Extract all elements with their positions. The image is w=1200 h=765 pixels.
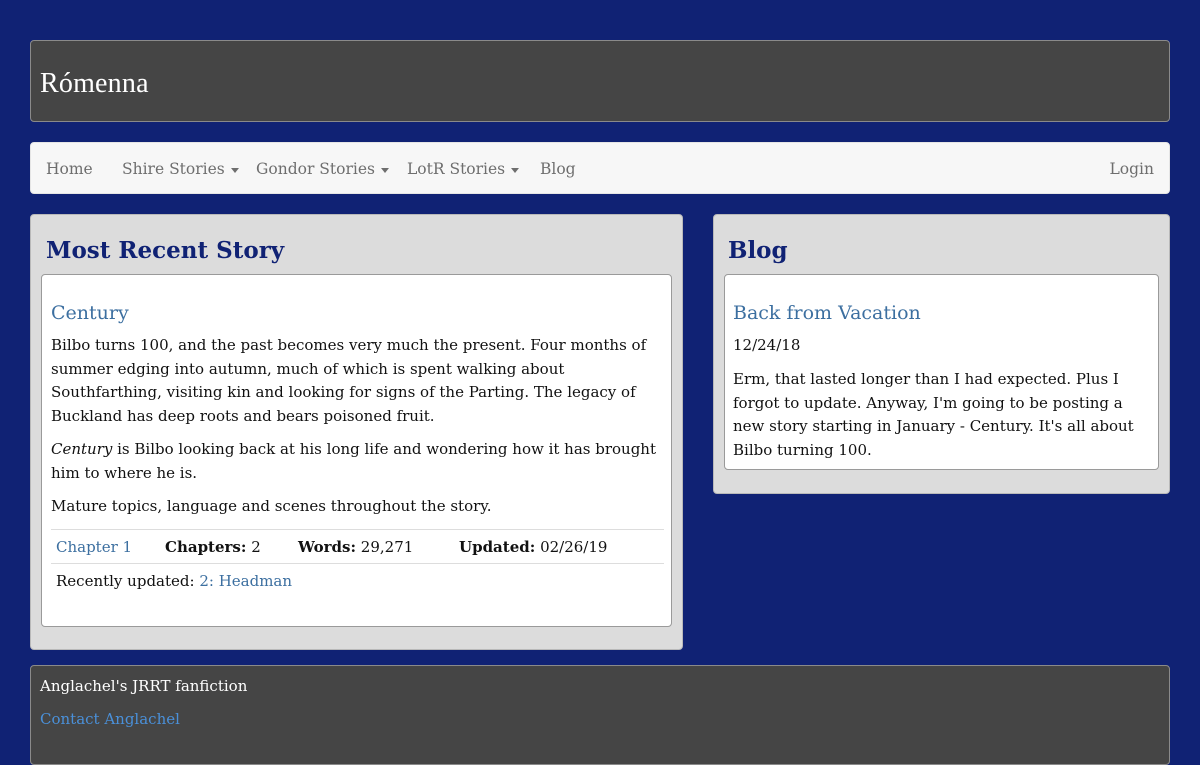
recently-updated: Recently updated: 2: Headman — [56, 564, 292, 598]
chapters-label: Chapters: — [165, 538, 247, 556]
navbar: Home Shire Stories Gondor Stories LotR S… — [30, 142, 1170, 194]
contact-link[interactable]: Contact Anglachel — [40, 710, 180, 728]
nav-blog[interactable]: Blog — [540, 143, 576, 195]
caret-down-icon — [230, 167, 239, 173]
chapter-1-link[interactable]: Chapter 1 — [56, 530, 132, 564]
nav-home-label: Home — [46, 160, 93, 178]
footer-title: Anglachel's JRRT fanfiction — [40, 677, 248, 695]
story-note-text: is Bilbo looking back at his long life a… — [51, 440, 656, 482]
updated-value: 02/26/19 — [540, 538, 608, 556]
blog-post-body: Erm, that lasted longer than I had expec… — [733, 370, 1134, 459]
words-value: 29,271 — [360, 538, 414, 556]
recent-chapter-link[interactable]: 2: Headman — [199, 572, 292, 590]
nav-home[interactable]: Home — [46, 143, 93, 195]
updated-label: Updated: — [459, 538, 536, 556]
chapters-value: 2 — [251, 538, 261, 556]
nav-lotr-stories[interactable]: LotR Stories — [407, 143, 520, 195]
chapters-count: Chapters: 2 — [165, 530, 261, 564]
site-title: Rómenna — [40, 68, 149, 99]
nav-lotr-stories-label: LotR Stories — [407, 160, 506, 178]
nav-gondor-stories[interactable]: Gondor Stories — [256, 143, 389, 195]
recent-story-panel: Most Recent Story Century Bilbo turns 10… — [30, 214, 683, 650]
recently-updated-row: Recently updated: 2: Headman — [51, 563, 664, 597]
blog-post-date: 12/24/18 — [733, 336, 801, 354]
words-count: Words: 29,271 — [298, 530, 413, 564]
blog-card: Back from Vacation 12/24/18 Erm, that la… — [724, 274, 1159, 470]
nav-gondor-stories-label: Gondor Stories — [256, 160, 375, 178]
updated-date: Updated: 02/26/19 — [459, 530, 607, 564]
nav-blog-label: Blog — [540, 160, 576, 178]
story-info-row: Chapter 1 Chapters: 2 Words: 29,271 Upda… — [51, 529, 664, 563]
nav-login-label: Login — [1109, 160, 1155, 178]
story-note: Century is Bilbo looking back at his lon… — [51, 438, 661, 485]
caret-down-icon — [380, 167, 389, 173]
caret-down-icon — [511, 167, 520, 173]
story-summary: Bilbo turns 100, and the past becomes ve… — [51, 336, 647, 425]
nav-login[interactable]: Login — [1110, 143, 1155, 195]
blog-panel: Blog Back from Vacation 12/24/18 Erm, th… — [713, 214, 1170, 494]
blog-post-title-link[interactable]: Back from Vacation — [733, 302, 921, 324]
story-title-link[interactable]: Century — [51, 302, 129, 324]
nav-shire-stories[interactable]: Shire Stories — [122, 143, 239, 195]
story-warning: Mature topics, language and scenes throu… — [51, 497, 492, 515]
site-header: Rómenna — [30, 40, 1170, 122]
recent-story-heading: Most Recent Story — [46, 237, 285, 264]
story-note-title: Century — [51, 440, 113, 458]
words-label: Words: — [298, 538, 357, 556]
recently-updated-label: Recently updated: — [56, 572, 195, 590]
story-card: Century Bilbo turns 100, and the past be… — [41, 274, 672, 627]
blog-heading: Blog — [728, 237, 788, 264]
site-footer: Anglachel's JRRT fanfiction Contact Angl… — [30, 665, 1170, 765]
nav-shire-stories-label: Shire Stories — [122, 160, 225, 178]
